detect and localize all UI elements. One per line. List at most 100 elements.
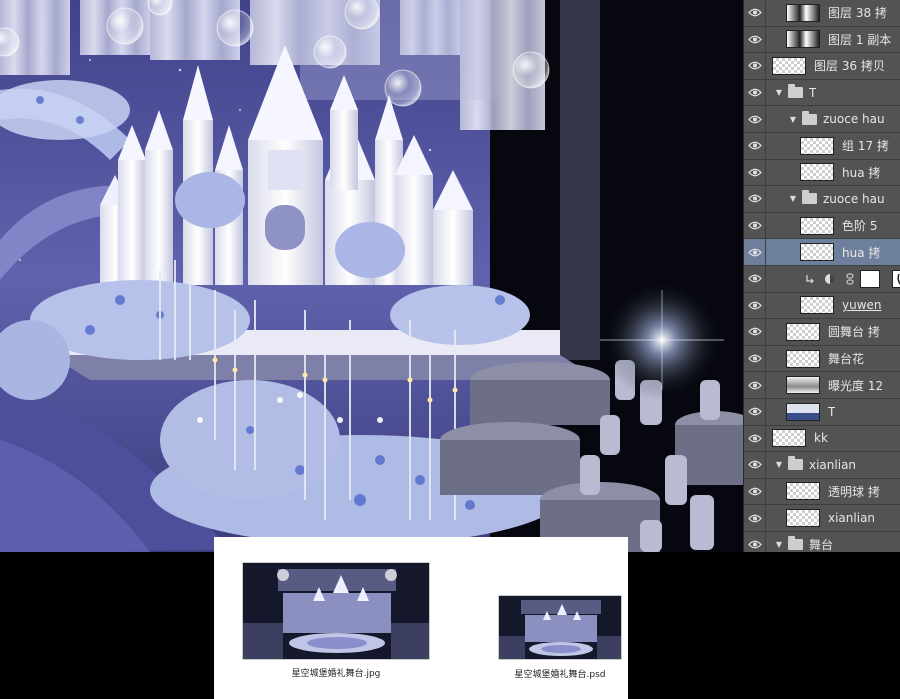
- visibility-eye-icon[interactable]: [744, 319, 766, 345]
- folder-icon: [802, 110, 817, 125]
- visibility-eye-icon[interactable]: [744, 505, 766, 531]
- visibility-eye-icon[interactable]: [744, 0, 766, 26]
- layer-row[interactable]: 透明球 拷: [744, 478, 900, 506]
- expand-arrow-icon[interactable]: ▼: [774, 540, 784, 549]
- layer-name: T: [809, 85, 817, 100]
- visibility-eye-icon[interactable]: [744, 452, 766, 478]
- layer-thumbnail: [786, 30, 820, 49]
- expand-arrow-icon[interactable]: ▼: [788, 194, 798, 203]
- layer-name: T: [828, 404, 836, 419]
- visibility-eye-icon[interactable]: [744, 79, 766, 106]
- layer-group-row[interactable]: ▼ T: [744, 79, 900, 107]
- layer-row[interactable]: 舞台花: [744, 345, 900, 373]
- folder-icon: [802, 190, 817, 205]
- chain-link-icon[interactable]: [844, 273, 856, 285]
- layer-group-row[interactable]: ▼ zuoce hau: [744, 106, 900, 133]
- file-label-jpg: 星空城堡婚礼舞台.jpg: [291, 669, 381, 679]
- visibility-eye-icon[interactable]: [744, 26, 766, 53]
- visibility-eye-icon[interactable]: [744, 159, 766, 186]
- layer-name: 透明球 拷: [828, 484, 880, 499]
- layer-thumbnail: [800, 216, 834, 235]
- layer-thumbnail: [786, 402, 820, 421]
- layer-row[interactable]: 图层 36 拷贝: [744, 53, 900, 80]
- visibility-eye-icon[interactable]: [744, 186, 766, 212]
- visibility-eye-icon[interactable]: [744, 106, 766, 132]
- visibility-eye-icon[interactable]: [744, 372, 766, 398]
- visibility-eye-icon[interactable]: [744, 265, 766, 292]
- layer-row[interactable]: 色阶 5: [744, 212, 900, 240]
- layer-row[interactable]: 组 17 拷: [744, 132, 900, 160]
- layer-row[interactable]: yuwen: [744, 292, 900, 320]
- layer-thumbnail: [800, 136, 834, 155]
- file-label-psd: 星空城堡婚礼舞台.psd: [514, 670, 606, 680]
- layer-group-row[interactable]: ▼ xianlian: [744, 452, 900, 479]
- visibility-eye-icon[interactable]: [744, 425, 766, 452]
- layer-row[interactable]: T: [744, 398, 900, 426]
- expand-arrow-icon[interactable]: ▼: [774, 88, 784, 97]
- visibility-eye-icon[interactable]: [744, 239, 766, 265]
- layer-name: kk: [814, 431, 828, 446]
- layer-row[interactable]: [744, 265, 900, 293]
- layer-thumbnail: [786, 349, 820, 368]
- layer-thumbnail: [772, 56, 806, 75]
- file-tile-psd[interactable]: 星空城堡婚礼舞台.psd: [498, 595, 622, 685]
- layer-name: 舞台花: [828, 352, 865, 367]
- layer-thumbnail: [786, 509, 820, 528]
- layer-row[interactable]: 圆舞台 拷: [744, 319, 900, 346]
- layer-name: xianlian: [828, 511, 876, 526]
- visibility-eye-icon[interactable]: [744, 53, 766, 79]
- layer-name: 舞台: [809, 538, 834, 552]
- layer-thumbnail: [800, 243, 834, 262]
- layer-row[interactable]: hua 拷: [744, 159, 900, 187]
- layer-name: hua 拷: [842, 245, 881, 260]
- folder-icon: [788, 456, 803, 471]
- visibility-eye-icon[interactable]: [744, 292, 766, 319]
- layer-group-row[interactable]: ▼ zuoce hau: [744, 186, 900, 213]
- layer-name: 图层 1 副本: [828, 32, 892, 47]
- stage-thumbnail-image: [499, 596, 621, 659]
- layer-thumbnail: [786, 376, 820, 395]
- layer-thumbnail: [772, 429, 806, 448]
- layer-name: 图层 38 拷: [828, 6, 887, 21]
- layer-thumbnail: [786, 322, 820, 341]
- layer-name: yuwen: [842, 298, 882, 313]
- file-tile-jpg[interactable]: 星空城堡婚礼舞台.jpg: [242, 562, 430, 682]
- layer-row[interactable]: 图层 1 副本: [744, 26, 900, 54]
- wedding-stage-render: [0, 0, 743, 552]
- clip-arrow-icon: [804, 273, 816, 285]
- expand-arrow-icon[interactable]: ▼: [788, 115, 798, 124]
- layer-thumbnail: [800, 296, 834, 315]
- layer-row[interactable]: 曝光度 12: [744, 372, 900, 399]
- folder-icon: [788, 84, 803, 99]
- visibility-eye-icon[interactable]: [744, 212, 766, 239]
- document-canvas[interactable]: [0, 0, 743, 552]
- visibility-eye-icon[interactable]: [744, 345, 766, 372]
- layers-panel[interactable]: 图层 38 拷图层 1 副本 图层 36 拷贝 ▼ T ▼ zuoce hau 组 17 拷…: [743, 0, 900, 552]
- layer-name: 图层 36 拷贝: [814, 59, 885, 74]
- layer-row[interactable]: hua 拷: [744, 239, 900, 266]
- visibility-eye-icon[interactable]: [744, 478, 766, 505]
- layer-thumbnail: [786, 3, 820, 22]
- layer-group-row[interactable]: ▼ 舞台: [744, 531, 900, 552]
- layer-name: hua 拷: [842, 165, 881, 180]
- file-thumbnail-psd: [498, 595, 622, 660]
- layer-row[interactable]: 图层 38 拷: [744, 0, 900, 27]
- layer-name: xianlian: [809, 457, 857, 472]
- layer-row[interactable]: xianlian: [744, 505, 900, 532]
- layer-thumbnail: [860, 269, 880, 288]
- visibility-eye-icon[interactable]: [744, 531, 766, 552]
- visibility-eye-icon[interactable]: [744, 398, 766, 425]
- folder-icon: [788, 536, 803, 551]
- layer-name: 色阶 5: [842, 219, 878, 234]
- layer-mask-thumbnail[interactable]: [892, 269, 900, 288]
- layer-row[interactable]: kk: [744, 425, 900, 453]
- stage-thumbnail-image: [243, 563, 429, 659]
- layer-thumbnail: [786, 482, 820, 501]
- layer-name: 曝光度 12: [828, 378, 884, 393]
- expand-arrow-icon[interactable]: ▼: [774, 460, 784, 469]
- layer-name: 组 17 拷: [842, 139, 889, 154]
- layer-name: 圆舞台 拷: [828, 325, 880, 340]
- visibility-eye-icon[interactable]: [744, 132, 766, 159]
- layer-name: zuoce hau: [823, 191, 885, 206]
- file-thumbnail-jpg: [242, 562, 430, 660]
